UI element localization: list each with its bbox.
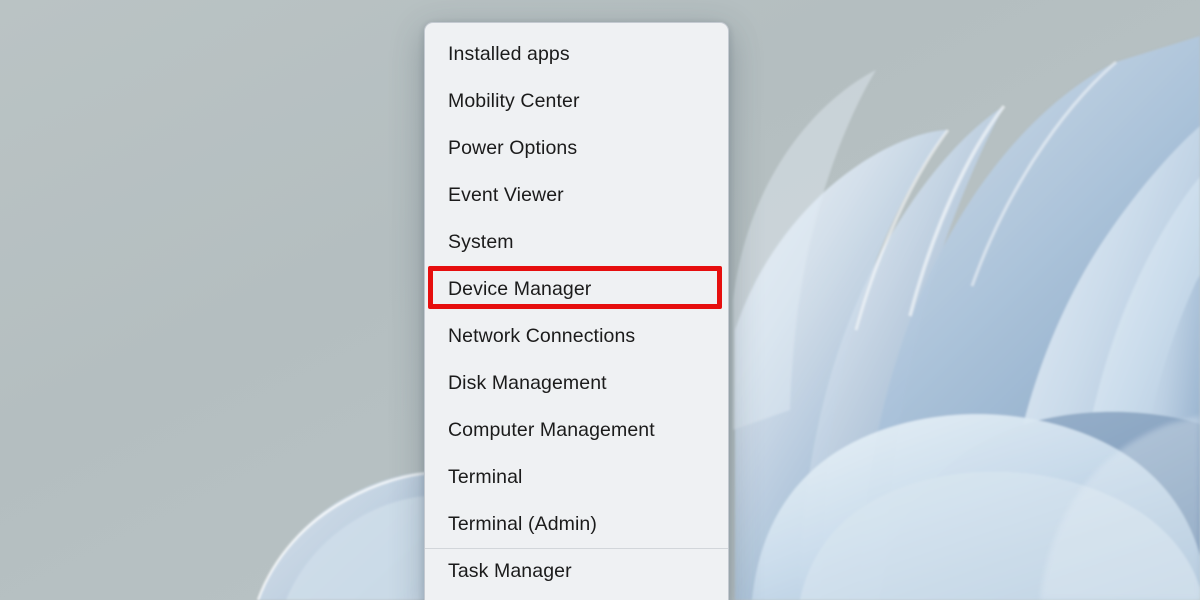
menu-item-disk-management[interactable]: Disk Management <box>425 360 728 407</box>
menu-item-network-connections[interactable]: Network Connections <box>425 313 728 360</box>
menu-item-mobility-center[interactable]: Mobility Center <box>425 78 728 125</box>
menu-item-system[interactable]: System <box>425 219 728 266</box>
menu-item-terminal-admin[interactable]: Terminal (Admin) <box>425 501 728 548</box>
menu-item-installed-apps[interactable]: Installed apps <box>425 31 728 78</box>
menu-item-power-options[interactable]: Power Options <box>425 125 728 172</box>
desktop-screen: Installed apps Mobility Center Power Opt… <box>0 0 1200 600</box>
menu-item-computer-management[interactable]: Computer Management <box>425 407 728 454</box>
power-user-menu-list: Installed apps Mobility Center Power Opt… <box>425 23 728 595</box>
menu-item-task-manager[interactable]: Task Manager <box>425 548 728 595</box>
menu-item-terminal[interactable]: Terminal <box>425 454 728 501</box>
menu-item-event-viewer[interactable]: Event Viewer <box>425 172 728 219</box>
menu-item-device-manager[interactable]: Device Manager <box>425 266 728 313</box>
power-user-menu[interactable]: Installed apps Mobility Center Power Opt… <box>424 22 729 600</box>
